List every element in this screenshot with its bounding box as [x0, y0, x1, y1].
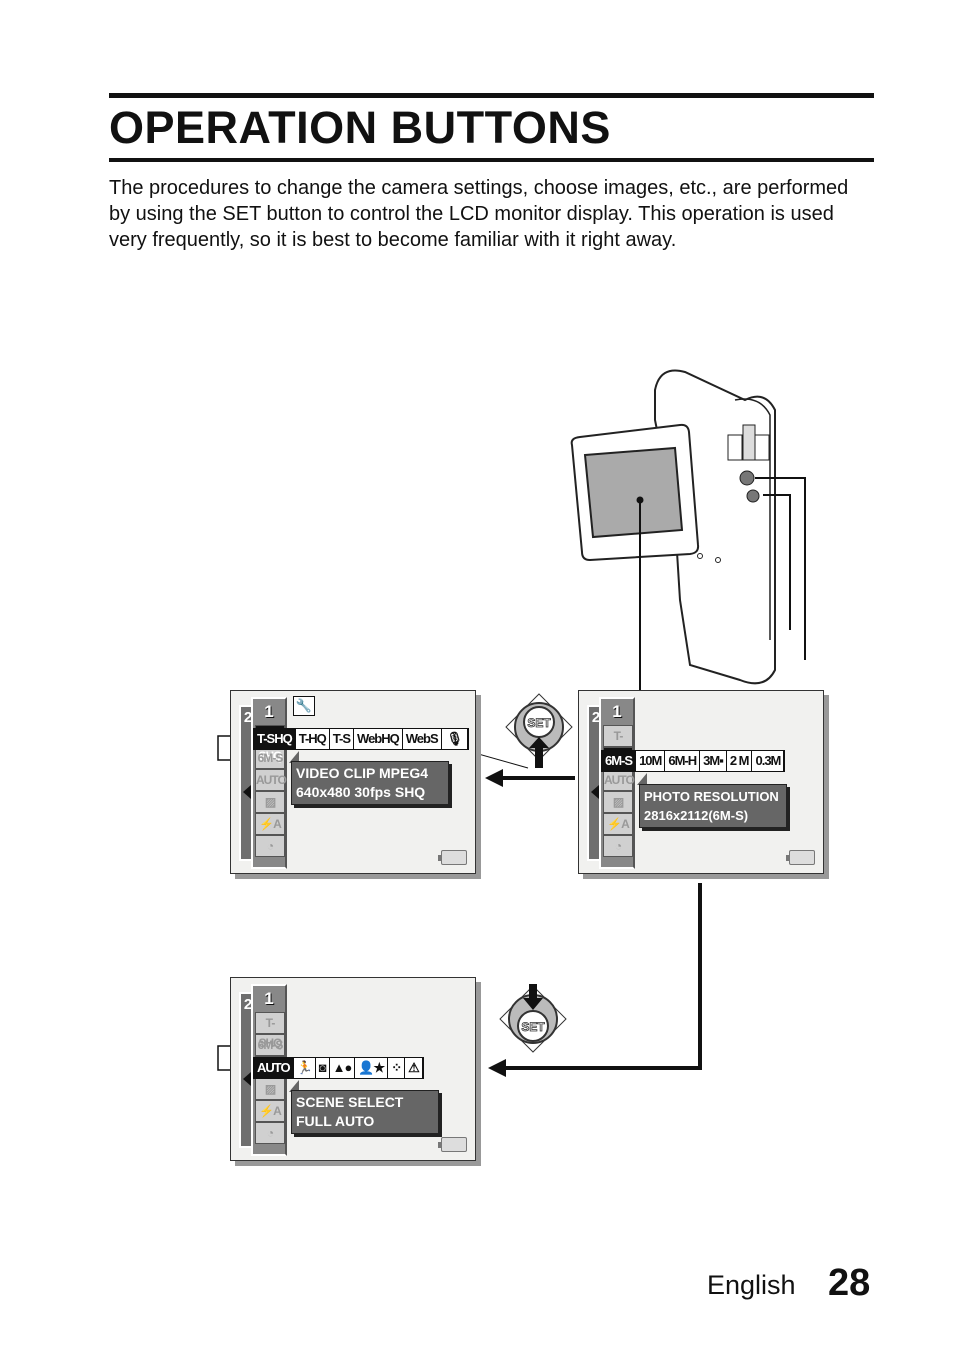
- menu-tab-1[interactable]: 1: [253, 986, 285, 1012]
- filter-icon[interactable]: ▨: [255, 791, 285, 813]
- menu-item-video[interactable]: T-SHQ: [603, 725, 633, 763]
- menu-column: 1 T-SHQ 6M-S AUTO ▨ ⚡A ◔: [251, 697, 287, 869]
- option-item[interactable]: 3M▪: [700, 751, 727, 771]
- self-timer-icon[interactable]: ◔: [603, 835, 633, 857]
- option-row: 6M-S 10M 6M-H 3M▪ 2 M 0.3M: [601, 750, 786, 772]
- option-item[interactable]: 6M-S: [602, 751, 637, 771]
- filter-icon[interactable]: ▨: [255, 1078, 285, 1100]
- tooltip-line: PHOTO RESOLUTION: [644, 789, 779, 804]
- lcd-screen-video: 2 1 T-SHQ 6M-S AUTO ▨ ⚡A ◔ 🔧 T-SHQ T-HQ …: [230, 690, 476, 874]
- menu-item-video[interactable]: T-SHQ: [255, 1012, 285, 1050]
- option-item[interactable]: 6M-H: [665, 751, 701, 771]
- option-item[interactable]: T-HQ: [296, 729, 330, 749]
- lcd-screen-scene: 2 1 T-SHQ 6M-S AUTO ▨ ⚡A ◔ AUTO 🏃 ◙ ▲● 👤…: [230, 977, 476, 1161]
- tooltip: PHOTO RESOLUTION 2816x2112(6M-S): [639, 784, 787, 828]
- tooltip-line: 640x480 30fps SHQ: [296, 784, 426, 800]
- left-arrow-icon: [243, 785, 251, 799]
- menu-item-resolution[interactable]: 6M-S: [255, 747, 285, 769]
- menu-item-scene[interactable]: AUTO: [255, 769, 287, 791]
- menu-item-flash[interactable]: ⚡A: [255, 1100, 285, 1122]
- option-row: T-SHQ T-HQ T-S WebHQ WebS 🎙: [253, 728, 469, 750]
- tooltip-line: VIDEO CLIP MPEG4: [296, 765, 428, 781]
- option-item[interactable]: WebHQ: [354, 729, 403, 749]
- tooltip: SCENE SELECT FULL AUTO: [291, 1090, 439, 1134]
- microphone-icon[interactable]: 🎙: [442, 729, 468, 749]
- left-arrow-icon: [243, 1072, 251, 1086]
- option-item[interactable]: 2 M: [727, 751, 753, 771]
- fireworks-icon[interactable]: ⁘: [388, 1058, 406, 1078]
- set-dial-icon: SET: [505, 693, 573, 768]
- wrench-icon[interactable]: 🔧: [293, 696, 315, 716]
- option-row: AUTO 🏃 ◙ ▲● 👤★ ⁘ ⚠: [253, 1057, 424, 1079]
- menu-column: 1 T-SHQ 6M-S AUTO ▨ ⚡A ◔: [599, 697, 635, 869]
- night-portrait-icon[interactable]: 👤★: [355, 1058, 389, 1078]
- callout-lines: [217, 477, 806, 1077]
- set-label: SET: [521, 1020, 545, 1034]
- left-arrow-icon: [591, 785, 599, 799]
- filter-icon[interactable]: ▨: [603, 791, 633, 813]
- tooltip-line: FULL AUTO: [296, 1113, 375, 1129]
- self-timer-icon[interactable]: ◔: [255, 1122, 285, 1144]
- landscape-icon[interactable]: ▲●: [330, 1058, 356, 1078]
- lcd-screen-photo: 2 1 T-SHQ 6M-S AUTO ▨ ⚡A ◔ 6M-S 10M 6M-H…: [578, 690, 824, 874]
- lamp-icon[interactable]: ⚠: [405, 1058, 423, 1078]
- menu-item-flash[interactable]: ⚡A: [603, 813, 633, 835]
- self-timer-icon[interactable]: ◔: [255, 835, 285, 857]
- option-item[interactable]: AUTO: [254, 1058, 294, 1078]
- menu-item-flash[interactable]: ⚡A: [255, 813, 285, 835]
- battery-icon: [438, 850, 467, 865]
- set-dial-down[interactable]: SET: [498, 984, 567, 1054]
- battery-icon: [786, 850, 815, 865]
- set-dial-up[interactable]: SET: [504, 692, 573, 768]
- set-label: SET: [527, 716, 551, 730]
- tooltip-line: 2816x2112(6M-S): [644, 808, 749, 823]
- menu-tab-1[interactable]: 1: [253, 699, 285, 725]
- tooltip-line: SCENE SELECT: [296, 1094, 404, 1110]
- option-item[interactable]: T-S: [330, 729, 355, 749]
- set-dial-icon: SET: [499, 984, 567, 1053]
- option-item[interactable]: 10M: [636, 751, 666, 771]
- option-item[interactable]: WebS: [403, 729, 442, 749]
- menu-item-scene[interactable]: AUTO: [603, 769, 635, 791]
- menu-tab-1[interactable]: 1: [601, 699, 633, 725]
- battery-icon: [438, 1137, 467, 1152]
- option-item[interactable]: T-SHQ: [254, 729, 296, 749]
- portrait-icon[interactable]: ◙: [316, 1058, 330, 1078]
- option-item[interactable]: 0.3M: [752, 751, 785, 771]
- sports-icon[interactable]: 🏃: [294, 1058, 316, 1078]
- footer-language: English: [707, 1270, 796, 1300]
- tooltip: VIDEO CLIP MPEG4 640x480 30fps SHQ: [291, 761, 449, 805]
- page-number: 28: [828, 1262, 871, 1304]
- menu-item-resolution[interactable]: 6M-S: [255, 1034, 285, 1056]
